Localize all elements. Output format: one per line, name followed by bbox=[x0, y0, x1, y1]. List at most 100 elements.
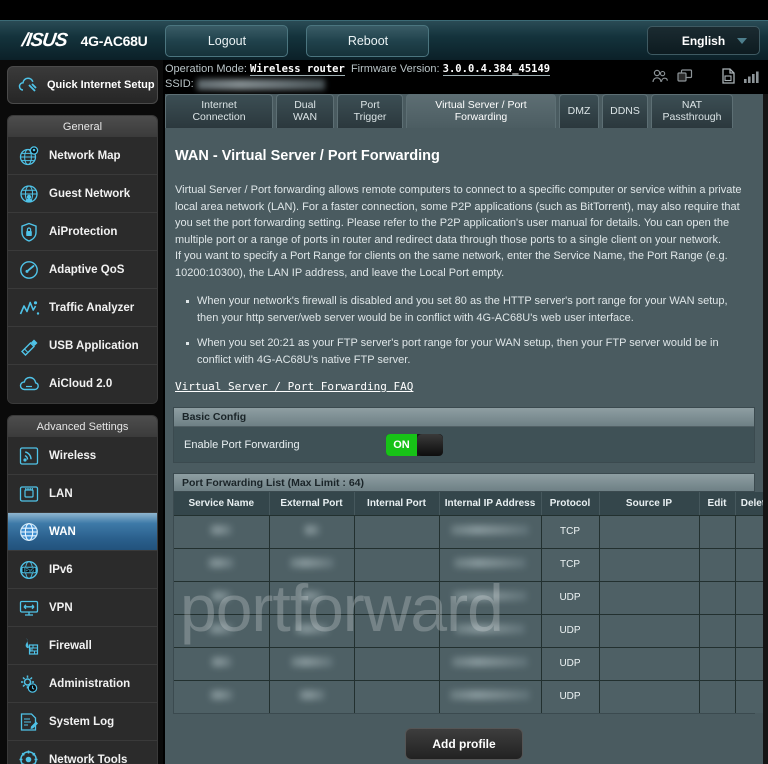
sidebar-item-network-tools[interactable]: Network Tools bbox=[8, 741, 157, 764]
tab-ddns[interactable]: DDNS bbox=[602, 94, 648, 128]
sidebar-navigation: Quick Internet Setup General Network Map G… bbox=[0, 60, 163, 764]
cell-source-ip bbox=[599, 548, 700, 582]
clients-icon[interactable] bbox=[652, 69, 668, 83]
tab-label-line1: DDNS bbox=[610, 104, 640, 117]
add-profile-button[interactable]: Add profile bbox=[405, 728, 523, 760]
sidebar-item-label: LAN bbox=[49, 487, 73, 500]
syslog-icon[interactable] bbox=[721, 68, 735, 84]
shield-icon bbox=[17, 220, 41, 244]
tab-port-trigger[interactable]: Port Trigger bbox=[337, 94, 403, 128]
sidebar-item-firewall[interactable]: Firewall bbox=[8, 627, 157, 665]
cell-internal-ip bbox=[439, 614, 542, 648]
cell-internal-ip bbox=[439, 515, 542, 549]
redacted-value bbox=[303, 525, 320, 535]
tab-virtual-server-port-forwarding[interactable]: Virtual Server / Port Forwarding bbox=[406, 94, 556, 128]
tab-label-line1: NAT bbox=[681, 99, 703, 111]
firmware-version-label: Firmware Version: bbox=[350, 63, 440, 75]
sidebar-item-aiprotection[interactable]: AiProtection bbox=[8, 213, 157, 251]
sidebar-item-label: USB Application bbox=[49, 339, 139, 352]
sidebar-item-wireless[interactable]: Wireless bbox=[8, 437, 157, 475]
tab-nat-passthrough[interactable]: NAT Passthrough bbox=[651, 94, 733, 128]
signal-icon[interactable] bbox=[744, 69, 762, 83]
sidebar-item-label: AiProtection bbox=[49, 225, 118, 238]
cell-internal-port bbox=[354, 680, 440, 713]
tab-label-line2: WAN bbox=[292, 110, 318, 123]
cell-internal-port bbox=[354, 515, 440, 549]
chart-icon bbox=[17, 296, 41, 320]
language-selector[interactable]: English bbox=[647, 26, 760, 55]
sidebar-item-traffic-analyzer[interactable]: Traffic Analyzer bbox=[8, 289, 157, 327]
cell-source-ip bbox=[599, 614, 700, 648]
sidebar-item-label: Adaptive QoS bbox=[49, 263, 125, 276]
tab-dual-wan[interactable]: Dual WAN bbox=[276, 94, 334, 128]
port-forwarding-faq-link[interactable]: Virtual Server / Port Forwarding FAQ bbox=[175, 380, 413, 393]
cell-internal-port bbox=[354, 548, 440, 582]
router-model-name: 4G-AC68U bbox=[80, 32, 148, 49]
main-content-panel: WAN - Virtual Server / Port Forwarding V… bbox=[165, 94, 768, 764]
tab-label-line2: Passthrough bbox=[662, 110, 722, 123]
add-profile-row: Add profile bbox=[165, 728, 763, 760]
guest-network-icon bbox=[17, 182, 41, 206]
sidebar-item-system-log[interactable]: System Log bbox=[8, 703, 157, 741]
tab-label-line1: Dual bbox=[294, 99, 316, 111]
asus-logo: /ISUS bbox=[20, 29, 69, 51]
description-bullet-list: When your network's firewall is disabled… bbox=[186, 293, 749, 368]
wireless-icon bbox=[17, 444, 41, 468]
gauge-icon bbox=[17, 258, 41, 282]
sidebar-item-ipv6[interactable]: IPv6 IPv6 bbox=[8, 551, 157, 589]
sidebar-item-guest-network[interactable]: Guest Network bbox=[8, 175, 157, 213]
redacted-value bbox=[211, 591, 232, 601]
cell-edit[interactable] bbox=[699, 680, 736, 713]
devices-icon[interactable] bbox=[677, 69, 693, 83]
cell-protocol: UDP bbox=[541, 614, 600, 648]
header-status-icons bbox=[652, 68, 762, 84]
firmware-version-value[interactable]: 3.0.0.4.384_45149 bbox=[442, 63, 551, 76]
enable-port-forwarding-toggle[interactable]: ON bbox=[386, 433, 443, 456]
sidebar-item-label: Guest Network bbox=[49, 187, 131, 200]
asus-router-admin-page: /ISUS 4G-AC68U Logout Reboot English Ope… bbox=[0, 0, 768, 764]
column-header-external-port: External Port bbox=[269, 492, 355, 516]
ssid-label: SSID: bbox=[165, 78, 194, 90]
sidebar-item-network-map[interactable]: Network Map bbox=[8, 137, 157, 175]
cell-edit[interactable] bbox=[699, 614, 736, 648]
redacted-value bbox=[289, 558, 334, 568]
cell-edit[interactable] bbox=[699, 548, 736, 582]
tab-dmz[interactable]: DMZ bbox=[559, 94, 599, 128]
sidebar-item-vpn[interactable]: VPN bbox=[8, 589, 157, 627]
cell-source-ip bbox=[599, 581, 700, 615]
logout-button[interactable]: Logout bbox=[165, 24, 289, 57]
operation-mode-value[interactable]: Wireless router bbox=[250, 63, 345, 76]
gear-icon bbox=[17, 672, 41, 696]
tab-internet-connection[interactable]: Internet Connection bbox=[165, 94, 273, 128]
sidebar-item-usb-application[interactable]: USB Application bbox=[8, 327, 157, 365]
sidebar-item-label: Wireless bbox=[49, 449, 97, 462]
sidebar-item-adaptive-qos[interactable]: Adaptive QoS bbox=[8, 251, 157, 289]
basic-config-section: Basic Config Enable Port Forwarding ON bbox=[173, 407, 755, 463]
cell-protocol: TCP bbox=[541, 515, 600, 549]
firewall-icon bbox=[17, 634, 41, 658]
cell-protocol: UDP bbox=[541, 647, 600, 681]
sidebar-item-aicloud-2-0[interactable]: AiCloud 2.0 bbox=[8, 365, 157, 403]
page-title: WAN - Virtual Server / Port Forwarding bbox=[175, 148, 440, 164]
sidebar-group-advanced-settings: Advanced Settings Wireless LAN WAN IPv6 IPv6 V… bbox=[7, 415, 158, 764]
cell-service-name bbox=[174, 680, 270, 713]
sidebar-item-lan[interactable]: LAN bbox=[8, 475, 157, 513]
network-tools-icon bbox=[17, 748, 41, 764]
redacted-value bbox=[208, 558, 235, 568]
table-header-row: Service Name External Port Internal Port In… bbox=[174, 492, 768, 516]
toggle-knob bbox=[417, 433, 443, 456]
cell-external-port bbox=[269, 647, 355, 681]
reboot-button[interactable]: Reboot bbox=[306, 24, 430, 57]
cell-edit[interactable] bbox=[699, 581, 736, 615]
sidebar-item-wan[interactable]: WAN bbox=[8, 513, 157, 551]
lan-icon bbox=[17, 482, 41, 506]
network-map-icon bbox=[17, 144, 41, 168]
cell-edit[interactable] bbox=[699, 647, 736, 681]
page-scrollbar[interactable] bbox=[763, 94, 768, 764]
description-bullet: When you set 20:21 as your FTP server's … bbox=[186, 335, 749, 368]
cell-edit[interactable] bbox=[699, 515, 736, 549]
sidebar-item-administration[interactable]: Administration bbox=[8, 665, 157, 703]
sidebar-item-quick-internet-setup[interactable]: Quick Internet Setup bbox=[7, 66, 158, 104]
cell-internal-port bbox=[354, 647, 440, 681]
chevron-down-icon bbox=[737, 38, 747, 44]
